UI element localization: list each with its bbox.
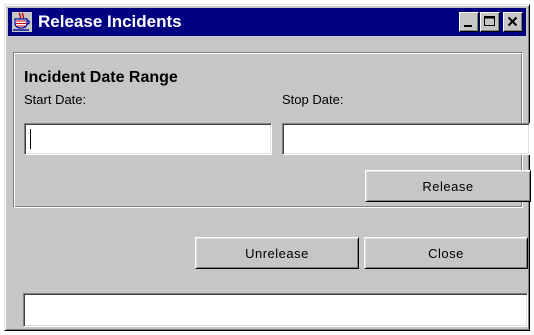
close-icon bbox=[507, 16, 518, 27]
minimize-icon bbox=[464, 25, 472, 27]
text-caret bbox=[30, 129, 31, 149]
unrelease-button[interactable]: Unrelease bbox=[195, 237, 359, 269]
minimize-button[interactable] bbox=[459, 12, 479, 32]
unrelease-button-label: Unrelease bbox=[245, 245, 309, 261]
close-button-label: Close bbox=[428, 245, 464, 261]
incident-date-range-panel: Incident Date Range Start Date: Stop Dat… bbox=[13, 52, 531, 208]
title-bar[interactable]: Release Incidents bbox=[8, 8, 526, 36]
maximize-icon bbox=[484, 16, 495, 26]
panel-heading: Incident Date Range bbox=[24, 69, 178, 86]
stop-date-label: Stop Date: bbox=[282, 92, 344, 107]
close-window-button[interactable] bbox=[503, 12, 523, 32]
release-incidents-window: Release Incidents Incident Date Range St… bbox=[4, 4, 531, 331]
maximize-button[interactable] bbox=[480, 12, 500, 32]
release-button-label: Release bbox=[422, 178, 474, 194]
stop-date-field[interactable] bbox=[282, 123, 530, 155]
status-field bbox=[23, 293, 528, 327]
start-date-field[interactable] bbox=[24, 123, 272, 155]
window-title: Release Incidents bbox=[38, 12, 182, 31]
start-date-label: Start Date: bbox=[24, 92, 87, 107]
close-button[interactable]: Close bbox=[364, 237, 528, 269]
java-cup-icon[interactable] bbox=[12, 12, 32, 32]
release-button[interactable]: Release bbox=[365, 170, 531, 202]
